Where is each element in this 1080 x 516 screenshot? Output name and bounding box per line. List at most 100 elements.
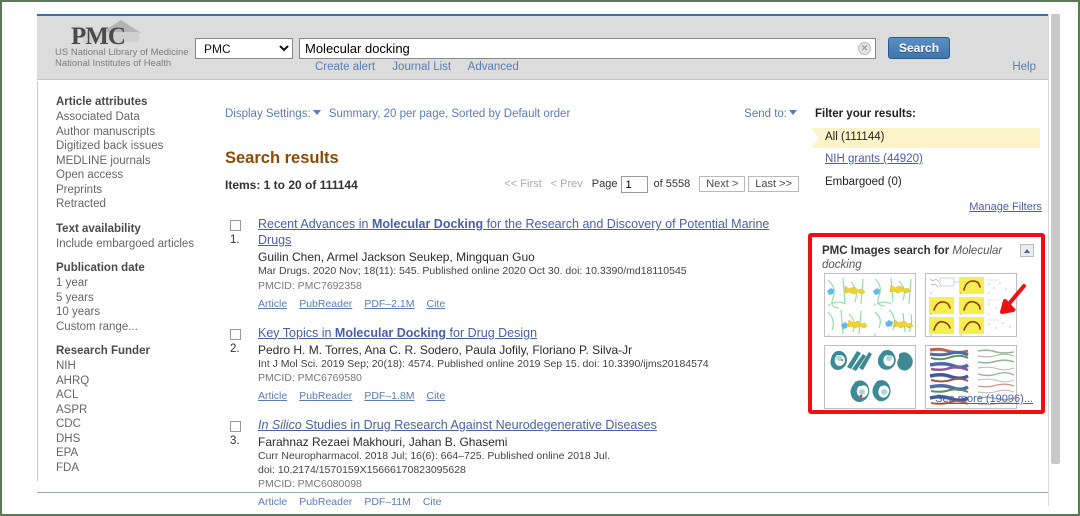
see-more-link[interactable]: See more (19096)... <box>935 393 1033 405</box>
result-pmcid: PMCID: PMC6769580 <box>258 372 362 384</box>
clear-search-icon[interactable]: ✕ <box>858 42 871 55</box>
result-checkbox[interactable] <box>230 220 241 231</box>
browser-viewport: PMC US National Library of Medicine Natio… <box>20 14 1062 506</box>
article-link[interactable]: Article <box>258 298 287 310</box>
pagination: << First < Prev Page of 5558 Next >Last >> <box>504 176 799 193</box>
pubreader-link[interactable]: PubReader <box>299 496 352 506</box>
sidebar-item-aspr[interactable]: ASPR <box>56 403 209 418</box>
display-settings-button[interactable]: Display Settings: <box>225 108 321 120</box>
page-title: Search results <box>225 149 339 167</box>
sidebar-item-5-years[interactable]: 5 years <box>56 291 209 306</box>
thumbnail-graphic: abc def ghi <box>926 274 1016 336</box>
sidebar-item-custom-range[interactable]: Custom range... <box>56 320 209 335</box>
svg-text:a: a <box>828 303 830 307</box>
result-authors: Pedro H. M. Torres, Ana C. R. Sodero, Pa… <box>258 342 633 357</box>
sidebar-item-include-embargoed-articles[interactable]: Include embargoed articles <box>56 237 209 252</box>
sidebar-item-author-manuscripts[interactable]: Author manuscripts <box>56 125 209 140</box>
display-settings-value[interactable]: Summary, 20 per page, Sorted by Default … <box>329 108 570 120</box>
sidebar-item-preprints[interactable]: Preprints <box>56 183 209 198</box>
result-title-link[interactable]: In Silico Studies in Drug Research Again… <box>258 417 805 433</box>
search-button[interactable]: Search <box>888 37 951 59</box>
title-part-highlight: Molecular Docking <box>371 217 484 231</box>
advanced-link[interactable]: Advanced <box>468 61 519 73</box>
thumbnail-docking-interaction-diagram-grid[interactable]: abc def ghi <box>925 273 1017 337</box>
result-citation: Curr Neuropharmacol. 2018 Jul; 16(6): 66… <box>258 450 610 462</box>
help-link[interactable]: Help <box>1012 61 1036 73</box>
filter-all-active[interactable]: All (111144) <box>811 128 1040 148</box>
thumbnail-graphic: a b c d <box>825 274 915 337</box>
prev-page-button[interactable]: < Prev <box>551 178 583 190</box>
browser-page: PMC US National Library of Medicine Natio… <box>0 0 1080 516</box>
sidebar-group-title-text-availability: Text availability <box>56 222 141 235</box>
collapse-panel-icon[interactable] <box>1020 244 1034 257</box>
sidebar-item-digitized-back-issues[interactable]: Digitized back issues <box>56 139 209 154</box>
result-links: Article PubReader PDF–11M Cite <box>258 492 805 506</box>
page-number-input[interactable] <box>621 176 649 193</box>
last-page-button[interactable]: Last >> <box>748 176 799 193</box>
title-part: Recent Advances in <box>258 217 372 231</box>
pdf-link[interactable]: PDF–1.8M <box>364 390 414 402</box>
database-select[interactable]: PMC <box>195 38 293 59</box>
article-link[interactable]: Article <box>258 390 287 402</box>
pmc-images-panel: PMC Images search for Molecular docking <box>811 236 1042 411</box>
sidebar-item-cdc[interactable]: CDC <box>56 417 209 432</box>
svg-text:c: c <box>828 333 830 337</box>
sidebar-item-10-years[interactable]: 10 years <box>56 305 209 320</box>
filter-nih-grants[interactable]: NIH grants (44920) <box>825 153 923 165</box>
page-label: Page <box>591 178 618 191</box>
result-citation: Int J Mol Sci. 2019 Sep; 20(18): 4574. P… <box>258 357 709 370</box>
page-content: PMC US National Library of Medicine Natio… <box>20 14 1048 506</box>
title-part-italic: In Silico <box>258 418 302 432</box>
result-checkbox[interactable] <box>230 421 241 432</box>
next-page-button[interactable]: Next > <box>699 176 746 193</box>
result-number: 2. <box>230 342 240 355</box>
scrollbar-thumb[interactable] <box>1051 14 1060 464</box>
sidebar-group-title-publication-date: Publication date <box>56 262 145 274</box>
results-main: Display Settings: Summary, 20 per page, … <box>220 81 805 506</box>
svg-text:b: b <box>874 303 876 307</box>
pubreader-link[interactable]: PubReader <box>299 390 352 402</box>
cite-link[interactable]: Cite <box>423 496 442 506</box>
sidebar-item-retracted[interactable]: Retracted <box>56 197 209 212</box>
sidebar-item-nih[interactable]: NIH <box>56 359 209 374</box>
thumbnail-protein-ligand-binding-site-panels[interactable]: a b c d <box>824 273 916 337</box>
journal-list-link[interactable]: Journal List <box>392 61 451 73</box>
pmc-logo-subtitle: US National Library of Medicine National … <box>55 47 189 69</box>
send-to-button[interactable]: Send to: <box>744 108 797 120</box>
vertical-scrollbar[interactable] <box>1048 14 1062 506</box>
result-pmcid: PMCID: PMC6080098 <box>258 478 362 490</box>
sidebar-item-dhs[interactable]: DHS <box>56 432 209 447</box>
sidebar-item-1-year[interactable]: 1 year <box>56 276 209 291</box>
sidebar-item-associated-data[interactable]: Associated Data <box>56 110 209 125</box>
first-page-button[interactable]: << First <box>504 178 541 190</box>
cite-link[interactable]: Cite <box>427 298 446 310</box>
sidebar-item-open-access[interactable]: Open access <box>56 168 209 183</box>
sidebar-item-acl[interactable]: ACL <box>56 388 209 403</box>
result-number: 3. <box>230 435 240 447</box>
result-title-link[interactable]: Recent Advances in Molecular Docking for… <box>258 216 805 248</box>
result-links: Article PubReader PDF–2.1M Cite <box>258 294 805 312</box>
thumbnail-protein-ribbon-structures[interactable] <box>824 345 916 409</box>
sidebar-group-title-article-attributes: Article attributes <box>56 96 148 108</box>
title-part: Key Topics in <box>258 325 335 340</box>
manage-filters-link[interactable]: Manage Filters <box>969 201 1042 213</box>
sidebar-item-ahrq[interactable]: AHRQ <box>56 374 209 389</box>
result-checkbox[interactable] <box>230 328 241 340</box>
pubreader-link[interactable]: PubReader <box>299 298 352 310</box>
pdf-link[interactable]: PDF–11M <box>364 496 411 506</box>
sidebar-item-epa[interactable]: EPA <box>56 446 209 461</box>
total-pages-label: of 5558 <box>653 178 691 191</box>
create-alert-link[interactable]: Create alert <box>315 61 375 73</box>
items-count: Items: 1 to 20 of 111144 <box>225 178 358 192</box>
result-title-link[interactable]: Key Topics in Molecular Docking for Drug… <box>258 325 805 341</box>
sidebar-item-medline-journals[interactable]: MEDLINE journals <box>56 154 209 169</box>
cite-link[interactable]: Cite <box>427 390 446 402</box>
title-part: Studies in Drug Research Against Neurode… <box>301 418 657 432</box>
search-input[interactable] <box>300 39 855 58</box>
sidebar-item-fda[interactable]: FDA <box>56 461 209 476</box>
pdf-link[interactable]: PDF–2.1M <box>364 298 414 310</box>
result-item: 1. Recent Advances in Molecular Docking … <box>225 216 805 312</box>
article-link[interactable]: Article <box>258 496 287 506</box>
